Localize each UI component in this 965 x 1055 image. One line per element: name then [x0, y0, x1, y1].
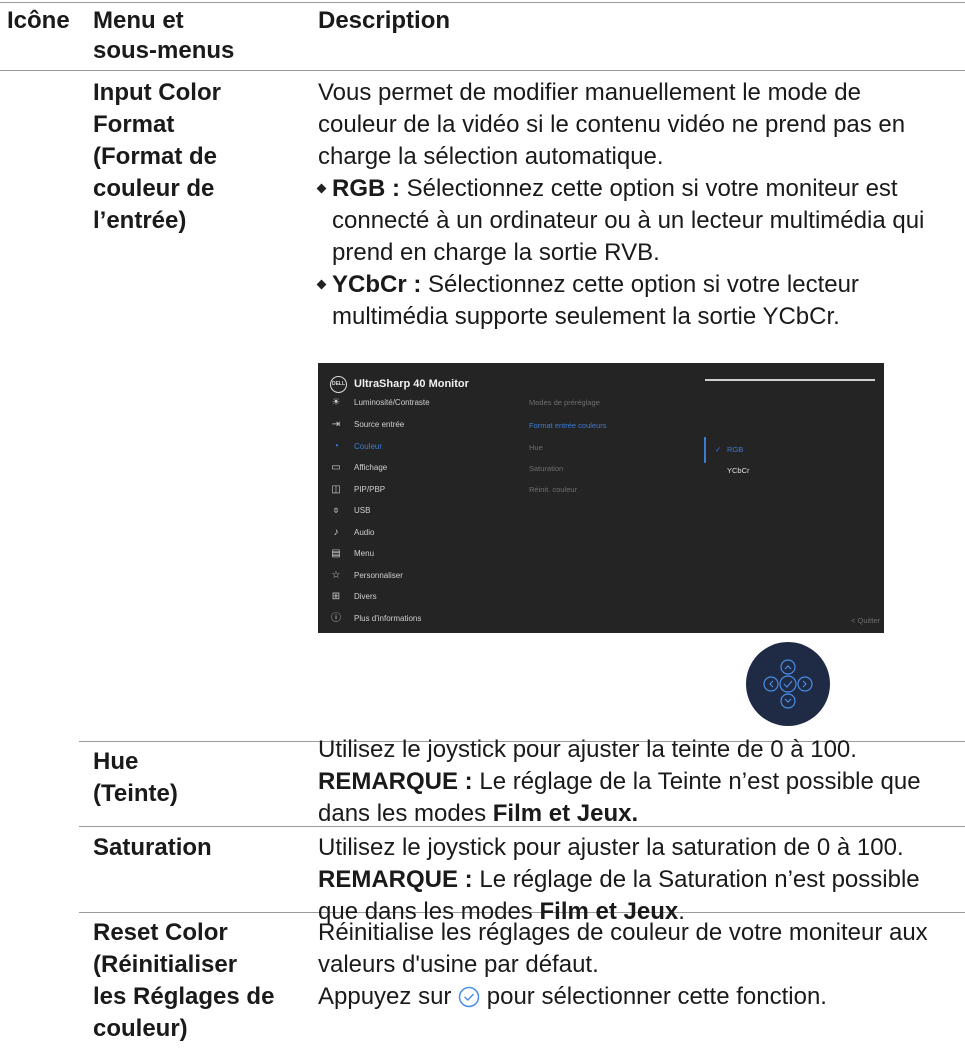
audio-icon: ♪ — [333, 527, 339, 538]
osd-submenu-item[interactable]: Saturation — [529, 464, 563, 473]
pip-icon: ◫ — [331, 484, 341, 495]
saturation-description: Utilisez le joystick pour ajuster la sat… — [318, 834, 920, 925]
osd-submenu-item[interactable]: Modes de préréglage — [529, 398, 600, 407]
header-icon-col: Icône — [7, 7, 70, 34]
saturation-label: Saturation — [93, 834, 212, 861]
osd-menu-item[interactable]: Menu — [354, 549, 374, 558]
header-desc-col: Description — [318, 7, 451, 34]
bullet-icon — [316, 183, 327, 194]
osd-title: UltraSharp 40 Monitor — [354, 378, 469, 390]
joystick-icon — [746, 642, 830, 726]
osd-menu-item[interactable]: Luminosité/Contraste — [354, 398, 430, 407]
ycbcr-bullet: YCbCr : Sélectionnez cette option si vot… — [316, 269, 958, 333]
osd-submenu-item[interactable]: Format entrée couleurs — [529, 421, 607, 430]
osd-selection-bar — [704, 437, 706, 463]
hue-description: Utilisez le joystick pour ajuster la tei… — [318, 736, 921, 827]
input-color-format-label: Input Color Format (Format de couleur de… — [93, 79, 221, 234]
input-source-icon: ⇥ — [331, 419, 341, 430]
hue-label: Hue (Teinte) — [93, 748, 178, 807]
osd-menu-item[interactable]: Divers — [354, 592, 377, 601]
osd-quit[interactable]: < Quitter — [851, 616, 880, 625]
misc-icon: ⊞ — [331, 591, 341, 602]
info-icon: ⓘ — [331, 613, 341, 624]
osd-menu-item[interactable]: Affichage — [354, 463, 387, 472]
menu-icon: ▤ — [331, 548, 341, 559]
osd-menu-item[interactable]: Plus d'informations — [354, 614, 421, 623]
bullet-icon — [316, 279, 327, 290]
reset-color-label: Reset Color (Réinitialiser les Réglages … — [93, 919, 275, 1042]
header-menu-col: Menu et sous-menus — [93, 7, 235, 64]
osd-check-icon: ✓ — [715, 445, 722, 454]
osd-option-rgb[interactable]: RGB — [727, 445, 743, 454]
osd-submenu-item[interactable]: Réinit. couleur — [529, 485, 577, 494]
osd-menu-item[interactable]: USB — [354, 506, 370, 515]
osd-title-underline — [705, 379, 875, 381]
osd-menu-screenshot: DELL UltraSharp 40 Monitor ☀ Luminosité/C… — [318, 363, 884, 633]
check-circle-icon — [458, 985, 480, 1017]
reset-color-description: Réinitialise les réglages de couleur de … — [318, 917, 958, 1017]
table-top-line — [0, 2, 965, 3]
osd-menu-item[interactable]: Source entrée — [354, 420, 404, 429]
osd-menu-item[interactable]: Couleur — [354, 442, 382, 451]
brightness-icon: ☀ — [331, 397, 341, 408]
input-color-format-description: Vous permet de modifier manuellement le … — [316, 77, 958, 333]
osd-menu-item[interactable]: PIP/PBP — [354, 485, 385, 494]
rgb-bullet: RGB : Sélectionnez cette option si votre… — [316, 173, 958, 269]
osd-option-ycbcr[interactable]: YCbCr — [727, 466, 750, 475]
header-bottom-line — [0, 70, 965, 71]
star-icon: ☆ — [331, 570, 341, 581]
osd-menu-item[interactable]: Audio — [354, 528, 374, 537]
usb-icon: ⌽ — [333, 505, 339, 516]
dell-logo: DELL — [330, 376, 347, 393]
display-icon: ▭ — [331, 462, 341, 473]
osd-submenu-item[interactable]: Hue — [529, 443, 543, 452]
color-icon: ◔ — [332, 441, 340, 452]
osd-menu-item[interactable]: Personnaliser — [354, 571, 403, 580]
